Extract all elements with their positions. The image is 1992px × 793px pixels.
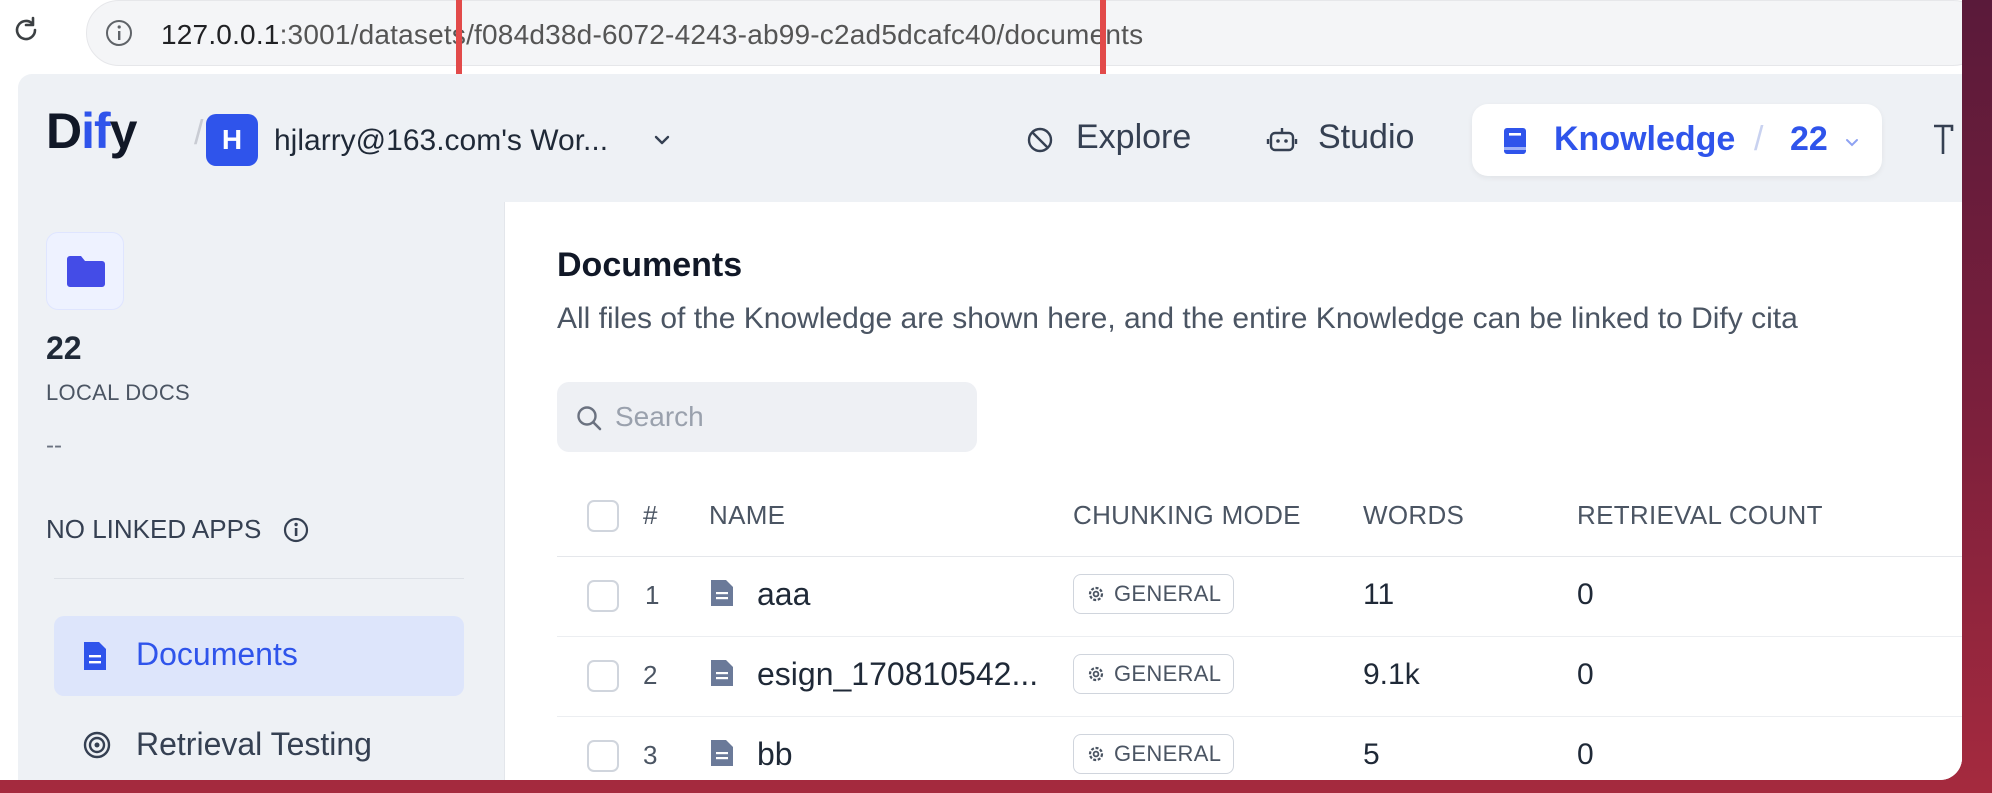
column-retrieval-count: RETRIEVAL COUNT — [1577, 500, 1823, 530]
target-icon — [83, 731, 111, 759]
compass-icon — [1027, 127, 1053, 153]
column-index: # — [643, 500, 658, 530]
row-checkbox[interactable] — [587, 660, 619, 692]
sidebar-item-documents[interactable]: Documents — [54, 616, 464, 696]
browser-window: 127.0.0.1:3001/datasets/f084d38d-6072-42… — [0, 0, 1962, 780]
file-icon — [711, 660, 733, 686]
dataset-name: 22 — [46, 330, 82, 366]
workspace-avatar[interactable]: H — [206, 114, 258, 166]
knowledge-separator: / — [1754, 120, 1764, 158]
nav-knowledge[interactable]: Knowledge / 22 — [1472, 104, 1882, 176]
document-name[interactable]: aaa — [757, 576, 810, 613]
gear-icon — [1088, 586, 1104, 602]
chunking-mode-badge: GENERAL — [1073, 734, 1235, 774]
document-name[interactable]: bb — [757, 736, 793, 773]
nav-explore-label: Explore — [1076, 118, 1192, 156]
word-count: 11 — [1363, 578, 1395, 611]
dify-logo[interactable]: Dify — [46, 102, 138, 160]
folder-icon — [67, 256, 105, 287]
page-title: Documents — [557, 246, 743, 284]
word-count: 5 — [1363, 738, 1380, 771]
chevron-down-icon[interactable] — [1844, 134, 1860, 150]
logo-suffix: y — [109, 103, 138, 159]
row-checkbox[interactable] — [587, 580, 619, 612]
top-navigation: Dify / H hjlarry@163.com's Wor... Explor… — [18, 74, 1962, 202]
logo-highlight: if — [81, 103, 111, 159]
chunking-mode-label: GENERAL — [1114, 581, 1222, 606]
table-row[interactable]: 1 aaa GENERAL 11 0 — [557, 556, 1962, 637]
retrieval-count: 0 — [1577, 658, 1594, 691]
book-icon — [1504, 128, 1526, 154]
url-host: 127.0.0.1 — [161, 19, 280, 50]
chunking-mode-label: GENERAL — [1114, 661, 1222, 686]
dataset-sidebar: 22 LOCAL DOCS -- NO LINKED APPS Document… — [18, 202, 505, 780]
row-index: 3 — [643, 740, 658, 770]
info-icon[interactable] — [282, 516, 310, 544]
table-header: # NAME CHUNKING MODE WORDS RETRIEVAL COU… — [557, 472, 1962, 557]
workspace-name[interactable]: hjlarry@163.com's Wor... — [274, 124, 608, 158]
dataset-type: LOCAL DOCS — [46, 380, 191, 405]
dataset-description: -- — [46, 432, 62, 459]
search-box[interactable] — [557, 382, 977, 452]
site-info-icon[interactable] — [104, 18, 134, 48]
column-name[interactable]: NAME — [709, 500, 785, 531]
logo-prefix: D — [46, 103, 82, 159]
file-icon — [711, 740, 733, 766]
column-words: WORDS — [1363, 500, 1465, 530]
search-icon — [577, 406, 602, 431]
page-description: All files of the Knowledge are shown her… — [557, 302, 1798, 335]
sidebar-divider — [54, 578, 464, 579]
documents-panel: Documents All files of the Knowledge are… — [505, 202, 1962, 780]
row-index: 1 — [645, 580, 660, 610]
knowledge-selected-dataset[interactable]: 22 — [1790, 120, 1828, 159]
search-input[interactable] — [613, 396, 957, 438]
chunking-mode-badge: GENERAL — [1073, 574, 1235, 614]
document-icon — [84, 642, 106, 670]
gear-icon — [1088, 746, 1104, 762]
select-all-checkbox[interactable] — [587, 500, 619, 532]
table-row[interactable]: 3 bb GENERAL 5 0 — [557, 716, 1962, 780]
tools-icon[interactable] — [1930, 122, 1960, 158]
retrieval-count: 0 — [1577, 578, 1594, 611]
chunking-mode-label: GENERAL — [1114, 741, 1222, 766]
document-name[interactable]: esign_170810542... — [757, 656, 1038, 693]
breadcrumb-separator: / — [194, 114, 204, 152]
row-checkbox[interactable] — [587, 740, 619, 772]
column-chunking-mode: CHUNKING MODE — [1073, 500, 1301, 530]
browser-toolbar: 127.0.0.1:3001/datasets/f084d38d-6072-42… — [0, 0, 1962, 90]
sidebar-item-retrieval-testing[interactable]: Retrieval Testing — [54, 706, 464, 780]
file-icon — [711, 580, 733, 606]
chevron-down-icon[interactable] — [652, 130, 672, 150]
linked-apps-status: NO LINKED APPS — [46, 514, 309, 545]
table-row[interactable]: 2 esign_170810542... GENERAL 9.1k 0 — [557, 636, 1962, 717]
reload-icon[interactable] — [10, 14, 42, 46]
linked-apps-label: NO LINKED APPS — [46, 514, 262, 544]
sidebar-item-label: Documents — [136, 636, 298, 672]
robot-icon — [1266, 128, 1298, 152]
sidebar-item-label: Retrieval Testing — [136, 726, 372, 762]
nav-knowledge-label: Knowledge — [1554, 120, 1736, 158]
row-index: 2 — [643, 660, 658, 690]
gear-icon — [1088, 666, 1104, 682]
dataset-icon — [46, 232, 124, 310]
chunking-mode-badge: GENERAL — [1073, 654, 1235, 694]
retrieval-count: 0 — [1577, 738, 1594, 771]
nav-studio-label: Studio — [1318, 118, 1415, 156]
dify-app: Dify / H hjlarry@163.com's Wor... Explor… — [18, 74, 1962, 780]
word-count: 9.1k — [1363, 658, 1420, 691]
